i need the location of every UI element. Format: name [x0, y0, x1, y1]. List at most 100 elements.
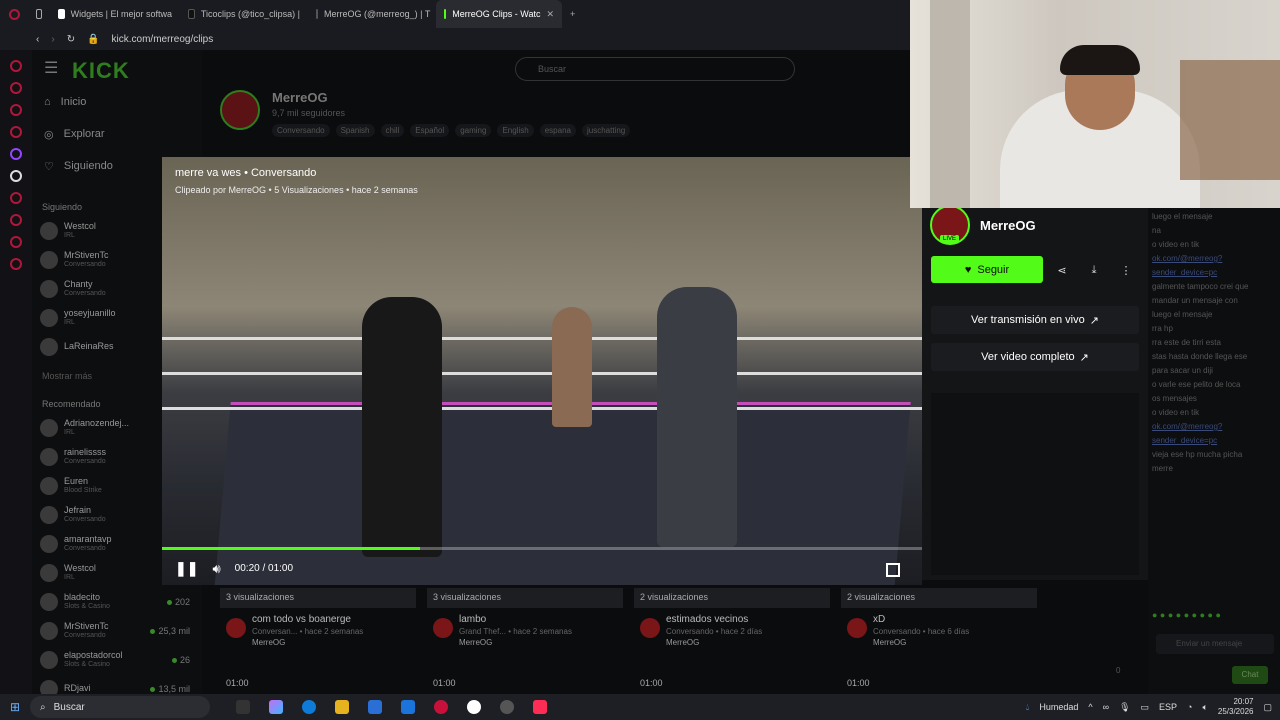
back-icon[interactable]: ‹ [36, 34, 39, 45]
tab-ticoclips[interactable]: Ticoclips (@tico_clipsa) | [180, 0, 308, 28]
bag-icon[interactable] [10, 82, 22, 94]
clip-duration: 01:00 [640, 678, 663, 688]
channel-category: Conversando [64, 544, 106, 552]
target-icon[interactable] [10, 192, 22, 204]
person-background [552, 307, 592, 427]
copilot-icon[interactable] [269, 700, 283, 714]
sidebar-channel[interactable]: bladecito Slots & Casino 202 [32, 587, 202, 616]
windows-start-icon[interactable]: ⊞ [10, 700, 20, 714]
clip-card[interactable]: 2 visualizaciones xD Conversando • hace 6 … [841, 588, 1037, 688]
store-icon[interactable] [368, 700, 382, 714]
edge-icon[interactable] [302, 700, 316, 714]
time-display: 00:20 / 01:00 [234, 563, 294, 574]
obs-icon[interactable] [500, 700, 514, 714]
more-options-icon[interactable]: ⋮ [1114, 258, 1138, 282]
channel-name: Westcol [64, 562, 96, 573]
download-icon[interactable]: ⤓ [1082, 258, 1106, 282]
nav-inicio[interactable]: ⌂ Inicio [32, 86, 202, 118]
tab-merreog-tiktok[interactable]: MerreOG (@merreog_) | T [308, 0, 436, 28]
viewer-count: 202 [167, 597, 190, 607]
kick-logo[interactable]: KICK [72, 58, 130, 84]
avatar [40, 476, 58, 495]
settings-icon[interactable] [10, 258, 22, 270]
history-icon[interactable] [10, 60, 22, 72]
sidebar-channel[interactable]: elapostadorcol Slots & Casino 26 [32, 645, 202, 674]
github-icon[interactable] [467, 700, 481, 714]
tab-merreog-clips[interactable]: MerreOG Clips - Watc ✕ [436, 0, 562, 28]
workspaces-icon[interactable] [28, 0, 50, 28]
opera-logo-icon[interactable] [0, 0, 28, 28]
panel-avatar[interactable]: LIVE [930, 205, 970, 245]
x-icon[interactable] [10, 170, 22, 182]
file-explorer-icon[interactable] [335, 700, 349, 714]
cube-icon[interactable] [10, 236, 22, 248]
tab-widgets[interactable]: Widgets | El mejor softwa [50, 0, 180, 28]
channel-tag[interactable]: English [497, 124, 534, 137]
channel-tag[interactable]: Spanish [335, 124, 375, 137]
share-icon[interactable]: ⋖ [1050, 258, 1074, 282]
watch-full-video-button[interactable]: Ver video completo ↗ [931, 343, 1139, 371]
clock[interactable]: 20:07 25/3/2026 [1218, 697, 1254, 717]
twitch-icon[interactable] [10, 148, 22, 160]
chat-input[interactable]: Enviar un mensaje [1156, 634, 1274, 654]
battery-icon[interactable]: ▭ [1141, 702, 1150, 713]
tiktok-live-icon[interactable] [533, 700, 547, 714]
chevron-up-icon[interactable]: ^ [1088, 702, 1092, 712]
new-tab-button[interactable]: + [562, 0, 586, 28]
progress-bar[interactable] [162, 547, 922, 550]
volume-icon[interactable]: 🔊︎ [212, 561, 220, 577]
pause-icon[interactable]: ❚❚ [175, 560, 198, 577]
search-input[interactable]: Buscar [515, 57, 795, 81]
url-text[interactable]: kick.com/merreog/clips [112, 34, 214, 45]
fullscreen-icon[interactable] [886, 563, 900, 577]
channel-tag[interactable]: chill [380, 124, 405, 137]
channel-text: MrStivenTc Conversando [64, 621, 109, 640]
taskbar-search[interactable]: ⌕ Buscar [30, 696, 210, 718]
channel-text: bladecito Slots & Casino [64, 592, 110, 611]
forward-icon[interactable]: › [51, 34, 54, 45]
messenger-icon[interactable] [10, 104, 22, 116]
watch-live-button[interactable]: Ver transmisión en vivo ↗ [931, 306, 1139, 334]
emote-row: ● ● ● ● ● ● ● ● ● [1152, 610, 1221, 620]
weather-label[interactable]: Humedad [1039, 702, 1078, 712]
tiktok-favicon-icon [188, 9, 195, 19]
clip-card[interactable]: 2 visualizaciones estimados vecinos Conver… [634, 588, 830, 688]
channel-tag[interactable]: Español [410, 124, 450, 137]
opera-icon[interactable] [434, 700, 448, 714]
task-view-icon[interactable] [236, 700, 250, 714]
channel-tags: Conversando Spanish chill Español gaming Engl… [272, 124, 631, 137]
chat-message: para sacar un diji [1152, 366, 1213, 375]
avatar [40, 563, 58, 582]
channel-category: Conversando [64, 289, 106, 297]
clip-card[interactable]: 3 visualizaciones com todo vs boanerge Con… [220, 588, 416, 688]
clip-video[interactable] [162, 157, 922, 585]
clip-card[interactable]: 3 visualizaciones lambo Grand Thef... • ha… [427, 588, 623, 688]
music-icon[interactable] [10, 126, 22, 138]
ring-rope [162, 372, 922, 375]
channel-text: Westcol IRL [64, 221, 96, 240]
channel-tag[interactable]: espana [539, 124, 576, 137]
channel-tag[interactable]: gaming [455, 124, 492, 137]
panel-channel-name[interactable]: MerreOG [980, 218, 1036, 233]
clip-subtitle: Clipeado por MerreOG • 5 Visualizaciones… [175, 185, 418, 195]
notifications-icon[interactable]: ▢ [1263, 702, 1272, 713]
mic-icon[interactable]: 🎙︎ [1119, 702, 1130, 713]
channel-tag[interactable]: juschatting [581, 124, 631, 137]
clock-icon[interactable] [10, 214, 22, 226]
channel-avatar[interactable] [220, 90, 260, 130]
nav-explorar[interactable]: ◎ Explorar [32, 118, 202, 150]
reload-icon[interactable]: ↻ [67, 34, 75, 45]
wifi-icon[interactable]: ◔ [1187, 702, 1192, 712]
channel-tag[interactable]: Conversando [272, 124, 330, 137]
link-icon[interactable]: ∞ [1103, 702, 1109, 712]
close-tab-icon[interactable]: ✕ [546, 9, 554, 20]
clip-card-author: MerreOG [459, 638, 493, 647]
chat-message: ok.com/@merreog? [1152, 254, 1223, 263]
volume-icon[interactable]: 🔈︎ [1202, 702, 1207, 713]
mail-icon[interactable] [401, 700, 415, 714]
lang-indicator[interactable]: ESP [1159, 702, 1177, 712]
chat-message: o video en tik [1152, 240, 1200, 249]
chat-send-button[interactable]: Chat [1232, 666, 1268, 684]
follow-button[interactable]: ♥ Seguir [931, 256, 1043, 283]
sidebar-channel[interactable]: MrStivenTc Conversando 25,3 mil [32, 616, 202, 645]
